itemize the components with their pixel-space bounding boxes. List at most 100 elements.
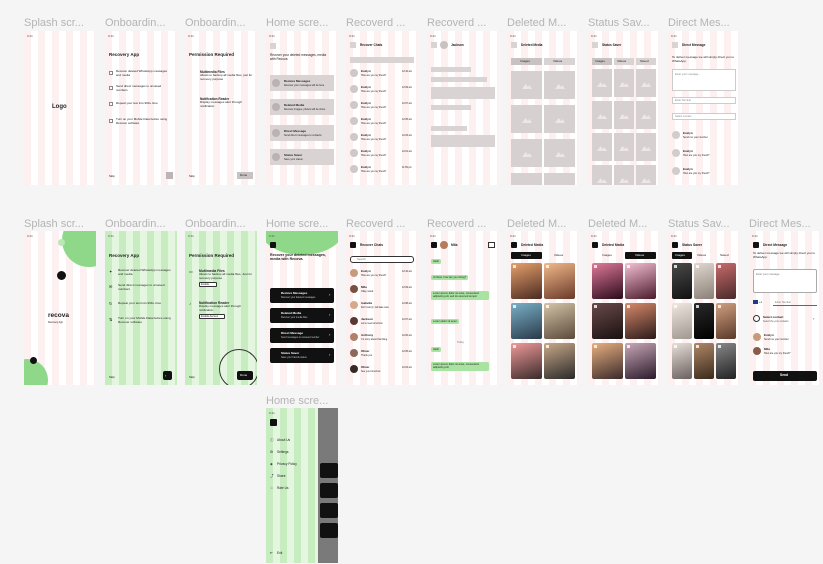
menu-item-privacy[interactable]: Privacy Policy	[277, 462, 297, 467]
select-checkbox[interactable]	[696, 305, 699, 308]
next-button[interactable]	[166, 172, 173, 179]
hifi-deleted-media-images[interactable]: Deleted Media Images Videos 9:41	[507, 231, 579, 385]
media-thumbnail[interactable]	[625, 263, 656, 299]
menu-icon[interactable]	[270, 242, 276, 248]
hifi-recover-chats[interactable]: Recover Chats Search 9:41 Evelyn How are y…	[346, 231, 418, 385]
media-thumbnail[interactable]	[544, 343, 575, 379]
number-field-underline[interactable]	[773, 305, 817, 306]
image-placeholder[interactable]	[636, 101, 656, 129]
menu-item-rate[interactable]: Rate Us	[277, 486, 289, 491]
checkbox[interactable]	[109, 102, 113, 106]
select-checkbox[interactable]	[674, 345, 677, 348]
image-placeholder[interactable]	[544, 139, 575, 167]
wireframe-direct-message[interactable]: Direct Message To deliver message we wil…	[668, 31, 740, 185]
back-icon[interactable]	[431, 42, 437, 48]
image-placeholder[interactable]	[614, 133, 634, 161]
image-placeholder[interactable]	[544, 173, 575, 185]
media-thumbnail[interactable]	[511, 343, 542, 379]
select-checkbox[interactable]	[674, 265, 677, 268]
select-checkbox[interactable]	[594, 345, 597, 348]
image-placeholder[interactable]	[614, 165, 634, 185]
back-icon[interactable]	[592, 242, 598, 248]
select-checkbox[interactable]	[627, 265, 630, 268]
media-thumbnail[interactable]	[592, 303, 623, 339]
media-thumbnail[interactable]	[544, 303, 575, 339]
back-icon[interactable]	[350, 242, 356, 248]
image-placeholder[interactable]	[614, 101, 634, 129]
select-checkbox[interactable]	[674, 305, 677, 308]
skip-button[interactable]: Skip	[109, 375, 115, 380]
wireframe-home[interactable]: Recover your deleted messages, media wit…	[266, 31, 338, 185]
media-thumbnail[interactable]	[672, 343, 692, 379]
country-flag-icon[interactable]	[753, 300, 758, 304]
hifi-home[interactable]: Recover your deleted messages, media wit…	[266, 231, 338, 385]
select-checkbox[interactable]	[546, 305, 549, 308]
menu-icon[interactable]	[270, 43, 276, 49]
select-checkbox[interactable]	[513, 345, 516, 348]
media-thumbnail[interactable]	[694, 303, 714, 339]
skip-button[interactable]: Skip	[189, 174, 195, 179]
image-placeholder[interactable]	[511, 105, 542, 133]
hifi-home-menu[interactable]: ⓘ About Us ⚙ Settings ◈ Privacy Policy ⤴…	[266, 408, 338, 563]
select-checkbox[interactable]	[594, 265, 597, 268]
media-thumbnail[interactable]	[592, 263, 623, 299]
back-icon[interactable]	[431, 242, 437, 248]
image-placeholder[interactable]	[636, 69, 656, 97]
media-thumbnail[interactable]	[716, 303, 736, 339]
image-icon[interactable]	[488, 242, 495, 248]
skip-button[interactable]: Skip	[109, 174, 115, 179]
image-placeholder[interactable]	[511, 71, 542, 99]
back-icon[interactable]	[511, 242, 517, 248]
wireframe-splash[interactable]: Logo 9:41	[24, 31, 96, 185]
media-thumbnail[interactable]	[625, 303, 656, 339]
hifi-onboarding-2[interactable]: Permission Required ▭ Multimedia Files A…	[185, 231, 257, 385]
select-checkbox[interactable]	[696, 345, 699, 348]
wireframe-recover-chats[interactable]: Recover Chats 9:41 Evelyn How are you my f…	[346, 31, 418, 185]
wireframe-status-saver[interactable]: Status Saver Images Videos Saved 9:41	[588, 31, 660, 185]
select-checkbox[interactable]	[627, 345, 630, 348]
back-icon[interactable]	[592, 42, 598, 48]
hifi-onboarding-1[interactable]: Recovery App ✦ Recover deleted WhatsApp …	[105, 231, 177, 385]
select-checkbox[interactable]	[718, 345, 721, 348]
hifi-direct-message[interactable]: Direct Message To deliver message we wil…	[749, 231, 821, 385]
select-checkbox[interactable]	[546, 345, 549, 348]
image-placeholder[interactable]	[614, 69, 634, 97]
wireframe-recovered-conversation[interactable]: Jackson 9:41	[427, 31, 499, 185]
wireframe-onboarding-2[interactable]: Permission Required Multimedia Files All…	[185, 31, 257, 185]
checkbox[interactable]	[109, 119, 113, 123]
media-thumbnail[interactable]	[511, 303, 542, 339]
image-placeholder[interactable]	[592, 165, 612, 185]
select-checkbox[interactable]	[718, 305, 721, 308]
image-placeholder[interactable]	[592, 101, 612, 129]
menu-item-about[interactable]: About Us	[277, 438, 290, 443]
image-placeholder[interactable]	[592, 69, 612, 97]
media-thumbnail[interactable]	[544, 263, 575, 299]
back-icon[interactable]	[753, 242, 759, 248]
checkbox[interactable]	[109, 86, 113, 90]
menu-item-exit[interactable]: Exit	[277, 551, 282, 556]
media-thumbnail[interactable]	[694, 343, 714, 379]
media-thumbnail[interactable]	[511, 263, 542, 299]
image-placeholder[interactable]	[592, 133, 612, 161]
back-icon[interactable]	[350, 42, 356, 48]
menu-item-share[interactable]: Share	[277, 474, 286, 479]
image-placeholder[interactable]	[636, 133, 656, 161]
wireframe-deleted-media[interactable]: Deleted Media Images Videos 9:41	[507, 31, 579, 185]
media-thumbnail[interactable]	[625, 343, 656, 379]
image-placeholder[interactable]	[511, 173, 542, 185]
back-icon[interactable]	[511, 42, 517, 48]
media-thumbnail[interactable]	[716, 263, 736, 299]
image-placeholder[interactable]	[544, 105, 575, 133]
image-placeholder[interactable]	[544, 71, 575, 99]
select-checkbox[interactable]	[718, 265, 721, 268]
media-thumbnail[interactable]	[716, 343, 736, 379]
hifi-splash[interactable]: recova Recovery App 9:41	[24, 231, 96, 385]
media-thumbnail[interactable]	[672, 263, 692, 299]
select-checkbox[interactable]	[594, 305, 597, 308]
select-checkbox[interactable]	[627, 305, 630, 308]
media-thumbnail[interactable]	[592, 343, 623, 379]
hifi-status-saver[interactable]: Status Saver Images Videos Saved 9:41	[668, 231, 740, 385]
media-thumbnail[interactable]	[694, 263, 714, 299]
search-input[interactable]	[350, 57, 414, 63]
hifi-deleted-media-videos[interactable]: Deleted Media Images Videos 9:41	[588, 231, 660, 385]
